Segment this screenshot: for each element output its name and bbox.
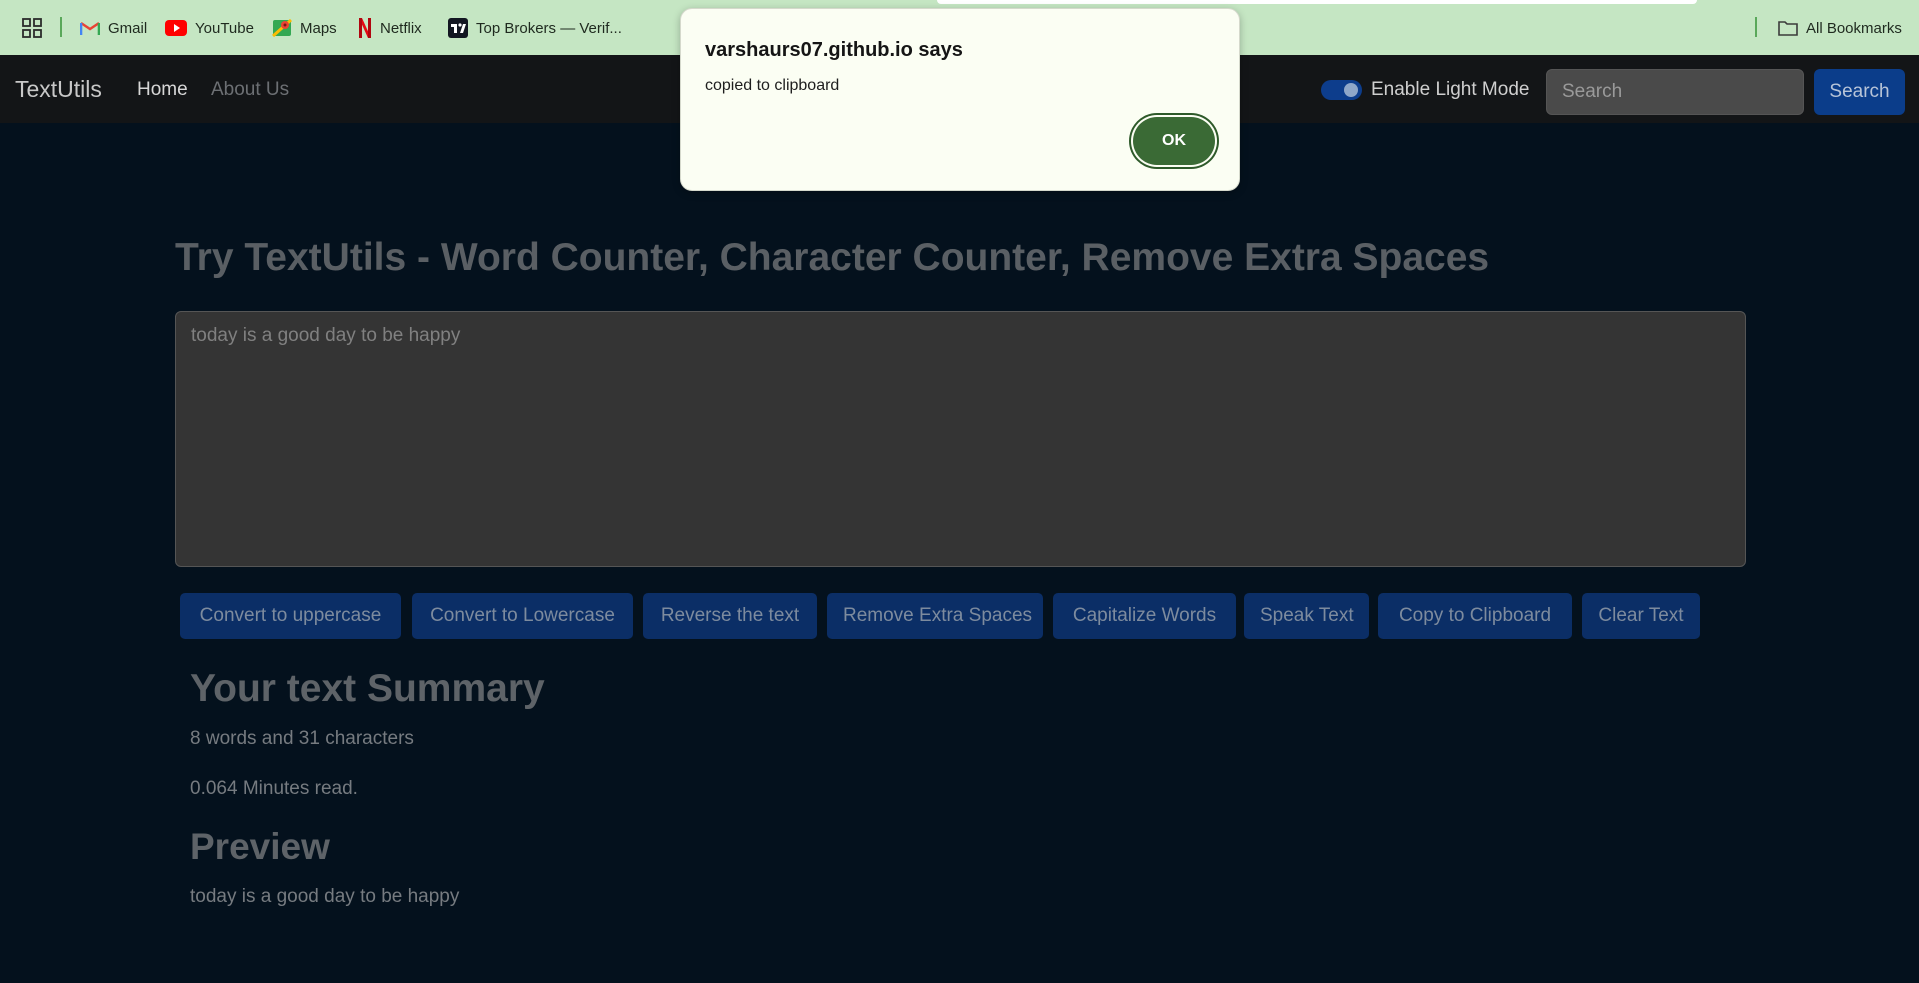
dialog-title: varshaurs07.github.io says (705, 39, 963, 61)
bookmark-label: Netflix (380, 19, 422, 37)
bookmark-label: YouTube (195, 19, 254, 37)
copy-button[interactable]: Copy to Clipboard (1378, 593, 1572, 639)
all-bookmarks-button[interactable]: All Bookmarks (1778, 16, 1902, 40)
bookmark-top-brokers[interactable]: Top Brokers — Verif... (448, 16, 622, 40)
nav-home-link[interactable]: Home (137, 79, 188, 101)
maps-icon (272, 18, 292, 38)
apps-grid-icon (22, 18, 42, 38)
folder-icon (1778, 20, 1798, 36)
bookmark-youtube[interactable]: YouTube (165, 16, 254, 40)
alert-dialog: varshaurs07.github.io says copied to cli… (680, 8, 1240, 191)
text-input-area[interactable]: today is a good day to be happy (175, 311, 1746, 567)
preview-title: Preview (190, 826, 330, 867)
nav-about-link[interactable]: About Us (211, 79, 289, 101)
bookmarks-separator (1755, 17, 1757, 37)
tradingview-icon (448, 18, 468, 38)
preview-text: today is a good day to be happy (190, 886, 460, 907)
all-bookmarks-label: All Bookmarks (1806, 19, 1902, 37)
bookmark-label: Gmail (108, 19, 148, 37)
summary-counts: 8 words and 31 characters (190, 728, 414, 749)
bookmark-label: Maps (300, 19, 337, 37)
search-input[interactable] (1546, 69, 1804, 115)
light-mode-toggle[interactable] (1321, 80, 1362, 100)
light-mode-label: Enable Light Mode (1371, 79, 1530, 100)
search-button[interactable]: Search (1814, 69, 1905, 115)
page-title: Try TextUtils - Word Counter, Character … (175, 236, 1490, 279)
bookmark-gmail[interactable]: Gmail (80, 16, 147, 40)
brand-logo[interactable]: TextUtils (15, 76, 102, 103)
omnibox-edge (937, 0, 1697, 4)
bookmark-label: Top Brokers — Verif... (476, 19, 622, 37)
bookmarks-separator (60, 17, 62, 37)
bookmark-netflix[interactable]: Netflix (358, 16, 422, 40)
lowercase-button[interactable]: Convert to Lowercase (412, 593, 633, 639)
bookmark-maps[interactable]: Maps (272, 16, 337, 40)
apps-grid-button[interactable] (22, 16, 50, 40)
summary-title: Your text Summary (190, 667, 545, 710)
dialog-message: copied to clipboard (705, 77, 840, 94)
youtube-icon (165, 20, 187, 36)
speak-button[interactable]: Speak Text (1244, 593, 1369, 639)
reverse-button[interactable]: Reverse the text (643, 593, 817, 639)
remove-spaces-button[interactable]: Remove Extra Spaces (827, 593, 1043, 639)
summary-read-time: 0.064 Minutes read. (190, 778, 358, 799)
clear-button[interactable]: Clear Text (1582, 593, 1700, 639)
capitalize-button[interactable]: Capitalize Words (1053, 593, 1236, 639)
toggle-knob (1344, 83, 1358, 97)
netflix-icon (358, 18, 372, 38)
gmail-icon (80, 20, 100, 36)
ok-button[interactable]: OK (1133, 117, 1215, 165)
uppercase-button[interactable]: Convert to uppercase (180, 593, 401, 639)
